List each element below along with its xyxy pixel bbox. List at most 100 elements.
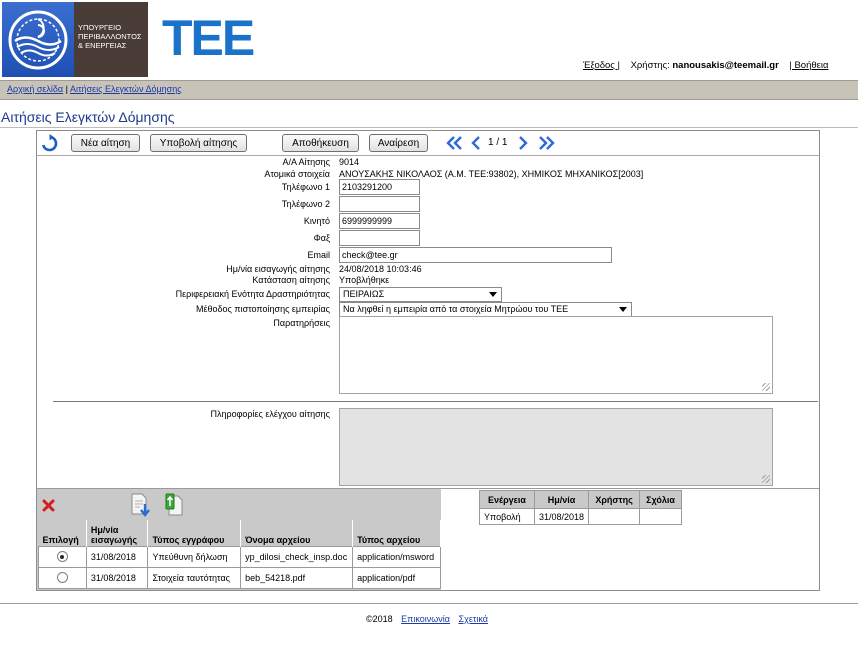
last-page-icon[interactable] [535,135,555,154]
table-row[interactable]: 31/08/2018 Στοιχεία ταυτότητας beb_54218… [38,566,441,589]
notes-label: Παρατηρήσεις [273,318,330,328]
footer-divider [0,603,858,604]
method-label: Μέθοδος πιστοποίησης εμπειρίας [195,304,330,314]
user-prefix: Χρήστης: [630,60,670,71]
chevron-down-icon [619,307,627,312]
phone1-label: Τηλέφωνο 1 [281,182,330,192]
tee-logo: ΤΕΕ [162,10,255,66]
history-table: Ενέργεια Ημ/νία Χρήστης Σχόλια Υποβολή 3… [479,490,683,525]
application-number-label: Α/Α Αίτησης [282,157,330,167]
section-divider [53,401,818,402]
resize-grip-icon[interactable] [762,383,770,391]
upload-icon[interactable] [164,493,186,520]
table-cell: 31/08/2018 [533,508,590,525]
check-info-textarea [339,408,773,486]
table-cell: 31/08/2018 [85,566,149,589]
table-cell[interactable]: beb_54218.pdf [240,566,354,589]
new-application-button[interactable]: Νέα αίτηση [71,134,140,152]
table-cell[interactable]: yp_dilosi_check_insp.doc [240,545,354,568]
delete-icon[interactable] [42,499,55,515]
contact-link[interactable]: Επικοινωνία [401,614,450,624]
application-number-value: 9014 [339,157,360,167]
email-label: Email [307,250,330,260]
row-select[interactable] [38,566,87,589]
table-cell [588,508,641,525]
column-header: Ημ/νία [533,490,590,509]
column-header[interactable]: Τύπος εγγράφου [147,520,242,546]
page-title: Αιτήσεις Ελεγκτών Δόμησης [1,109,175,125]
help-link[interactable]: | Βοήθεια [789,60,828,71]
save-button[interactable]: Αποθήκευση [282,134,359,152]
entry-date-value: 24/08/2018 10:03:46 [339,264,422,274]
phone1-input[interactable]: 2103291200 [339,179,420,195]
method-select-value: Να ληφθεί η εμπειρία από τα στοιχεία Μητ… [343,304,569,314]
title-divider [0,127,858,128]
ministry-logo: ΥΠΟΥΡΓΕΙΟ ΠΕΡΙΒΑΛΛΟΝΤΟΣ & ΕΝΕΡΓΕΙΑΣ [2,2,148,77]
table-cell: Υπεύθυνη δήλωση [147,545,242,568]
column-header[interactable]: Όνομα αρχείου [240,520,354,546]
breadcrumb: Αρχική σελίδα | Αιτήσεις Ελεγκτών Δόμηση… [0,80,858,100]
region-select[interactable]: ΠΕΙΡΑΙΩΣ [339,287,502,302]
download-icon[interactable] [130,493,152,520]
first-page-icon[interactable] [446,135,466,154]
logout-link[interactable]: Έξοδος | [583,60,620,71]
about-link[interactable]: Σχετικά [459,614,488,624]
column-header[interactable]: Τύπος αρχείου [352,520,441,546]
submit-application-button[interactable]: Υποβολή αίτησης [150,134,247,152]
column-header: Χρήστης [588,490,641,509]
user-area: Έξοδος | Χρήστης: nanousakis@teemail.gr … [583,60,828,71]
ministry-name: ΥΠΟΥΡΓΕΙΟ ΠΕΡΙΒΑΛΛΟΝΤΟΣ & ΕΝΕΡΓΕΙΑΣ [78,23,142,50]
column-header[interactable]: Ημ/νία εισαγωγής [86,520,149,546]
pager-text: 1 / 1 [488,137,508,148]
history-header-row: Ενέργεια Ημ/νία Χρήστης Σχόλια [479,490,683,509]
mobile-label: Κινητό [303,216,330,226]
personal-info-value: ΑΝΟΥΣΑΚΗΣ ΝΙΚΟΛΑΟΣ (Α.Μ. ΤΕΕ:93802), ΧΗΜ… [339,169,644,179]
documents-table: Επιλογή Ημ/νία εισαγωγής Τύπος εγγράφου … [38,520,441,589]
toolbar-divider [37,155,819,156]
table-cell: Υποβολή [479,508,535,525]
resize-grip-icon [762,475,770,483]
personal-info-label: Ατομικά στοιχεία [264,169,330,179]
fax-label: Φαξ [313,233,330,243]
documents-divider [441,488,819,489]
table-cell: 31/08/2018 [85,545,149,568]
method-select[interactable]: Να ληφθεί η εμπειρία από τα στοιχεία Μητ… [339,302,632,317]
cancel-button[interactable]: Αναίρεση [369,134,428,152]
next-page-icon[interactable] [517,135,529,154]
fax-input[interactable] [339,230,420,246]
table-cell: Στοιχεία ταυτότητας [147,566,242,589]
ministry-emblem-icon [2,2,74,77]
column-header: Επιλογή [38,520,87,546]
region-select-value: ΠΕΙΡΑΙΩΣ [343,289,385,299]
previous-page-icon[interactable] [470,135,482,154]
table-row[interactable]: 31/08/2018 Υπεύθυνη δήλωση yp_dilosi_che… [38,545,441,568]
breadcrumb-home[interactable]: Αρχική σελίδα [7,84,63,94]
chevron-down-icon [489,292,497,297]
radio-selected-icon[interactable] [56,551,68,563]
copyright: ©2018 [366,614,393,624]
table-cell [639,508,683,525]
table-cell: application/msword [352,545,441,568]
user-email: nanousakis@teemail.gr [672,60,779,71]
table-row: Υποβολή 31/08/2018 [479,508,683,525]
column-header: Ενέργεια [479,490,535,509]
refresh-icon[interactable] [40,134,59,156]
row-select[interactable] [38,545,87,568]
phone2-label: Τηλέφωνο 2 [281,199,330,209]
email-input[interactable]: check@tee.gr [339,247,612,263]
radio-unselected-icon[interactable] [56,572,68,584]
phone2-input[interactable] [339,196,420,212]
table-cell: application/pdf [352,566,441,589]
documents-header-row: Επιλογή Ημ/νία εισαγωγής Τύπος εγγράφου … [38,520,441,546]
mobile-input[interactable]: 6999999999 [339,213,420,229]
entry-date-label: Ημ/νία εισαγωγής αίτησης [226,264,330,274]
breadcrumb-separator: | [65,84,68,94]
footer: ©2018 Επικοινωνία Σχετικά [366,614,488,624]
status-value: Υποβλήθηκε [339,275,390,285]
column-header: Σχόλια [639,490,683,509]
notes-textarea[interactable] [339,316,773,394]
check-info-label: Πληροφορίες ελέγχου αίτησης [210,409,330,419]
region-label: Περιφερειακή Ενότητα Δραστηριότητας [175,289,330,299]
status-label: Κατάσταση αίτησης [252,275,330,285]
breadcrumb-current[interactable]: Αιτήσεις Ελεγκτών Δόμησης [70,84,182,94]
